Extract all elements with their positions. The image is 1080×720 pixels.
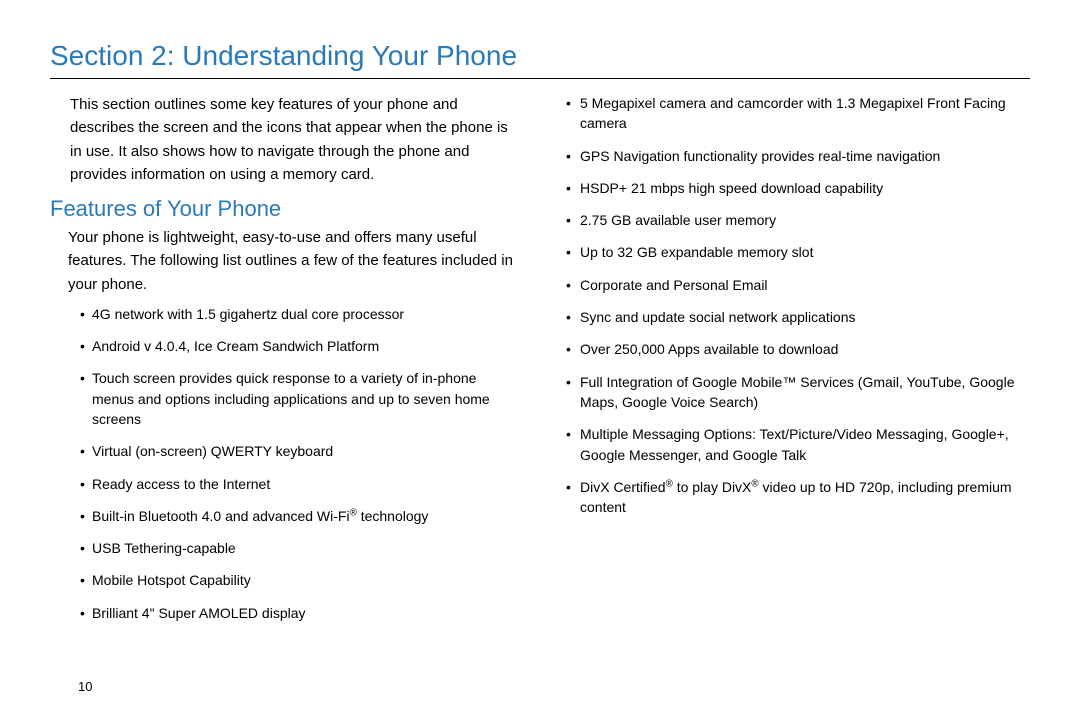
- list-item: Up to 32 GB expandable memory slot: [566, 242, 1030, 262]
- section-intro: This section outlines some key features …: [50, 93, 520, 186]
- list-item: Multiple Messaging Options: Text/Picture…: [566, 424, 1030, 465]
- right-column: 5 Megapixel camera and camcorder with 1.…: [560, 93, 1030, 635]
- list-item: Built-in Bluetooth 4.0 and advanced Wi-F…: [80, 506, 520, 526]
- list-item: DivX Certified® to play DivX® video up t…: [566, 477, 1030, 518]
- list-item: Touch screen provides quick response to …: [80, 368, 520, 429]
- list-item: Over 250,000 Apps available to download: [566, 339, 1030, 359]
- page-number: 10: [78, 679, 92, 694]
- list-item: USB Tethering-capable: [80, 538, 520, 558]
- list-item: Sync and update social network applicati…: [566, 307, 1030, 327]
- list-item: Ready access to the Internet: [80, 474, 520, 494]
- list-item: 5 Megapixel camera and camcorder with 1.…: [566, 93, 1030, 134]
- features-heading: Features of Your Phone: [50, 196, 520, 222]
- features-list-left: 4G network with 1.5 gigahertz dual core …: [50, 304, 520, 623]
- list-item: Corporate and Personal Email: [566, 275, 1030, 295]
- list-item: HSDP+ 21 mbps high speed download capabi…: [566, 178, 1030, 198]
- section-rule: [50, 78, 1030, 79]
- column-layout: This section outlines some key features …: [50, 93, 1030, 635]
- list-item: Full Integration of Google Mobile™ Servi…: [566, 372, 1030, 413]
- list-item: Android v 4.0.4, Ice Cream Sandwich Plat…: [80, 336, 520, 356]
- list-item: Virtual (on-screen) QWERTY keyboard: [80, 441, 520, 461]
- section-title: Section 2: Understanding Your Phone: [50, 40, 1030, 72]
- left-column: This section outlines some key features …: [50, 93, 520, 635]
- list-item: 2.75 GB available user memory: [566, 210, 1030, 230]
- list-item: Brilliant 4" Super AMOLED display: [80, 603, 520, 623]
- list-item: GPS Navigation functionality provides re…: [566, 146, 1030, 166]
- features-list-right: 5 Megapixel camera and camcorder with 1.…: [560, 93, 1030, 517]
- list-item: Mobile Hotspot Capability: [80, 570, 520, 590]
- page: Section 2: Understanding Your Phone This…: [0, 0, 1080, 720]
- list-item: 4G network with 1.5 gigahertz dual core …: [80, 304, 520, 324]
- features-intro: Your phone is lightweight, easy-to-use a…: [50, 226, 520, 296]
